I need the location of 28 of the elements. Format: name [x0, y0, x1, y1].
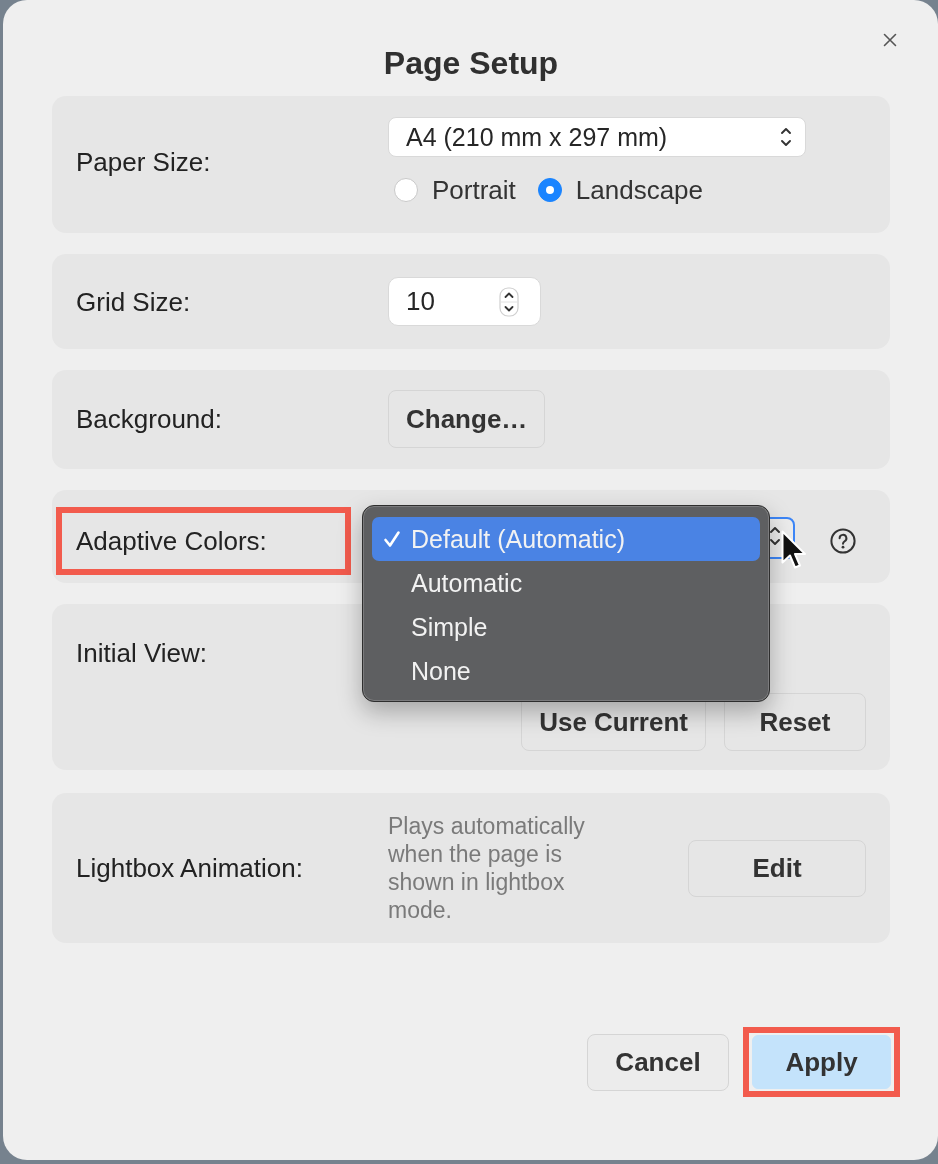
menu-item[interactable]: Automatic	[372, 561, 760, 605]
field-label: Lightbox Animation:	[76, 853, 303, 883]
description-text: Plays automatically when the page is shown in lightbox mode.	[388, 812, 586, 924]
menu-item[interactable]: None	[372, 649, 760, 693]
field-label: Initial View:	[76, 638, 208, 668]
checkmark-icon	[383, 529, 401, 549]
field-label: Grid Size:	[76, 286, 191, 317]
radio-button[interactable]	[394, 178, 418, 202]
push-button[interactable]: Change…	[388, 390, 546, 448]
push-button[interactable]: Reset	[724, 693, 866, 751]
push-button[interactable]: Edit	[688, 839, 866, 897]
mouse-pointer-icon	[781, 530, 807, 570]
close-icon[interactable]	[883, 33, 897, 47]
chevron-updown-icon	[781, 128, 791, 146]
cancel-button[interactable]: Cancel	[587, 1033, 729, 1091]
number-field[interactable]: 10	[388, 277, 541, 326]
radio-label[interactable]: Portrait	[432, 175, 516, 205]
field-label: Adaptive Colors:	[76, 526, 267, 556]
field-label: Background:	[76, 404, 222, 434]
field-label: Paper Size:	[76, 146, 211, 177]
stepper-control[interactable]	[499, 286, 519, 317]
dialog-title: Page Setup	[383, 45, 559, 81]
menu-item[interactable]: Simple	[372, 605, 760, 649]
popup-button[interactable]: A4 (210 mm x 297 mm)	[388, 117, 806, 157]
radio-label[interactable]: Landscape	[575, 175, 704, 205]
apply-button[interactable]: Apply	[752, 1035, 891, 1089]
help-icon[interactable]	[830, 528, 856, 554]
radio-button[interactable]	[537, 178, 562, 202]
